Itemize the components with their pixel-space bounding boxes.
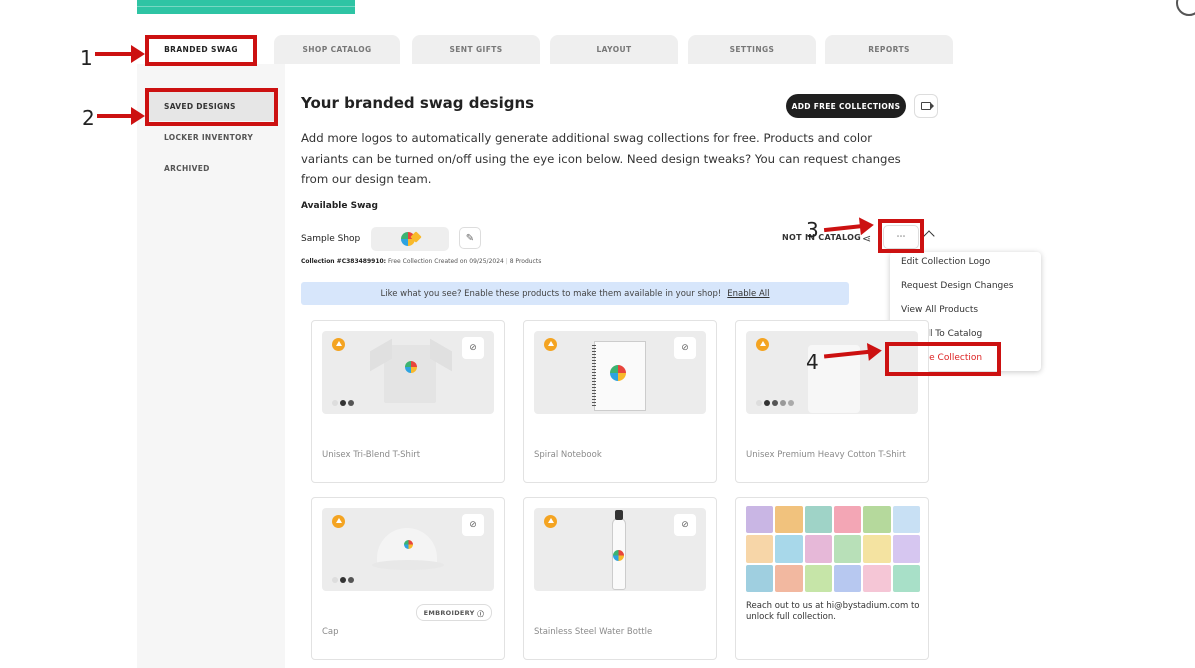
step-number-4: 4 [806,350,819,374]
menu-item-view-all-products[interactable]: View All Products [901,305,978,315]
edit-icon: ✎ [465,232,475,244]
banner-text: Like what you see? Enable these products… [380,288,722,299]
highlight-box-more [878,219,924,253]
collection-preview-card: Reach out to us at hi@bystadium.com to u… [735,497,929,660]
highlight-box-sidebar [145,88,278,126]
enable-all-link[interactable]: Enable All [727,289,769,299]
collection-info: Collection #C383489910: Free Collection … [301,258,542,265]
add-free-collections-button[interactable]: ADD FREE COLLECTIONS [786,94,906,118]
collection-created: Free Collection Created on 09/25/2024 [388,258,504,265]
product-card[interactable]: ⊘ Spiral Notebook [523,320,717,483]
arrow-2 [97,107,145,125]
upgrade-badge-icon [756,338,769,351]
eye-off-icon[interactable]: ⊘ [674,337,696,359]
product-title: Unisex Premium Heavy Cotton T-Shirt [746,450,906,460]
embroidery-label: EMBROIDERY [423,608,475,617]
collection-count: 8 Products [509,258,542,265]
unlock-message: Reach out to us at hi@bystadium.com to u… [746,601,920,622]
menu-item-edit-logo[interactable]: Edit Collection Logo [901,257,990,267]
tab-settings[interactable]: SETTINGS [688,35,816,64]
product-collage-image [746,506,920,592]
help-icon[interactable] [1176,0,1195,16]
product-title: Cap [322,627,339,637]
notebook-spiral [592,345,596,407]
eye-off-icon[interactable]: ⊘ [674,514,696,536]
product-card[interactable]: ⊘ Stainless Steel Water Bottle [523,497,717,660]
product-card[interactable]: ⊘ Unisex Tri-Blend T-Shirt [311,320,505,483]
color-swatches [332,577,354,583]
collection-id: Collection #C383489910: [301,258,387,265]
brand-strip [137,0,355,14]
product-logo-icon [404,540,413,549]
tab-sent-gifts[interactable]: SENT GIFTS [412,35,540,64]
highlight-box-archive [885,342,1001,376]
tab-layout[interactable]: LAYOUT [550,35,678,64]
embroidery-badge: EMBROIDERY ⓘ [415,604,492,621]
eye-off-icon[interactable]: ⊘ [462,337,484,359]
step-number-3: 3 [806,218,819,242]
video-button[interactable] [914,94,938,118]
upgrade-badge-icon [544,515,557,528]
product-title: Spiral Notebook [534,450,602,460]
step-number-2: 2 [82,106,95,130]
product-title: Unisex Tri-Blend T-Shirt [322,450,421,460]
tab-shop-catalog[interactable]: SHOP CATALOG [274,35,400,64]
sidebar-item-archived[interactable]: ARCHIVED [148,153,276,183]
highlight-box-tab [145,35,257,66]
video-icon [921,102,934,110]
available-swag-heading: Available Swag [301,201,378,211]
collection-logo [371,227,449,251]
color-swatches [756,400,794,406]
sidebar-item-locker-inventory[interactable]: LOCKER INVENTORY [148,122,276,152]
eye-off-icon[interactable]: ⊘ [462,514,484,536]
upgrade-badge-icon [332,515,345,528]
product-logo-icon [405,361,417,373]
product-logo-icon [610,365,626,381]
cap-brim [372,560,444,570]
top-tabs: BRANDED SWAG SHOP CATALOG SENT GIFTS LAY… [137,34,953,64]
menu-item-request-design-changes[interactable]: Request Design Changes [901,281,1014,291]
page-title: Your branded swag designs [301,94,535,112]
tab-reports[interactable]: REPORTS [825,35,953,64]
step-number-1: 1 [80,46,93,70]
product-logo-icon [613,550,624,561]
product-card[interactable]: ⊘ EMBROIDERY ⓘ Cap [311,497,505,660]
info-icon: ⓘ [477,609,484,618]
catalog-status[interactable]: NOT IN CATALOG [782,233,861,242]
shop-name: Sample Shop [301,234,361,244]
edit-logo-button[interactable]: ✎ [459,227,481,249]
page-description: Add more logos to automatically generate… [301,131,901,186]
upgrade-badge-icon [544,338,557,351]
product-title: Stainless Steel Water Bottle [534,627,653,637]
upgrade-badge-icon [332,338,345,351]
color-swatches [332,400,354,406]
arrow-1 [95,45,145,63]
enable-banner: Like what you see? Enable these products… [301,282,849,305]
bottle-cap [615,510,623,520]
